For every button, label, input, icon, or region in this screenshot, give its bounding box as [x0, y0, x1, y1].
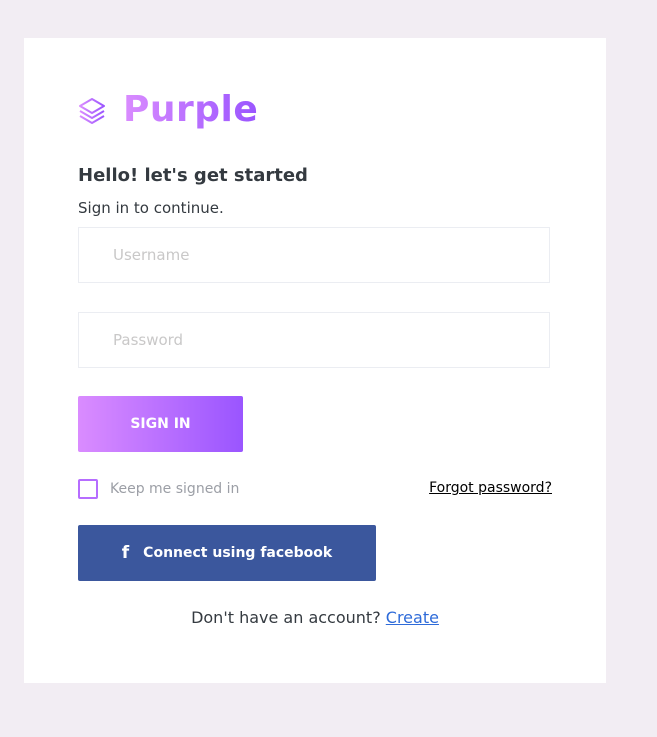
forgot-password-link[interactable]: Forgot password?: [429, 480, 552, 496]
password-input[interactable]: [78, 312, 550, 368]
login-card: Purple Hello! let's get started Sign in …: [24, 38, 606, 683]
sign-in-button[interactable]: SIGN IN: [78, 396, 243, 452]
signup-prompt: Don't have an account? Create: [24, 608, 606, 627]
create-account-link[interactable]: Create: [386, 608, 439, 627]
facebook-connect-button[interactable]: f Connect using facebook: [78, 525, 376, 581]
facebook-icon: f: [121, 542, 130, 563]
signup-prompt-text: Don't have an account?: [191, 608, 386, 627]
username-input[interactable]: [78, 227, 550, 283]
keep-signed-in-checkbox[interactable]: [78, 479, 98, 499]
brand-logo: Purple: [78, 90, 258, 130]
brand-name: Purple: [123, 89, 259, 130]
layers-icon: [79, 98, 105, 124]
facebook-button-label: Connect using facebook: [143, 545, 333, 561]
page-title: Hello! let's get started: [78, 165, 308, 186]
page-subtitle: Sign in to continue.: [78, 199, 224, 217]
keep-signed-in-row[interactable]: Keep me signed in: [78, 478, 239, 500]
keep-signed-in-label: Keep me signed in: [110, 481, 240, 497]
